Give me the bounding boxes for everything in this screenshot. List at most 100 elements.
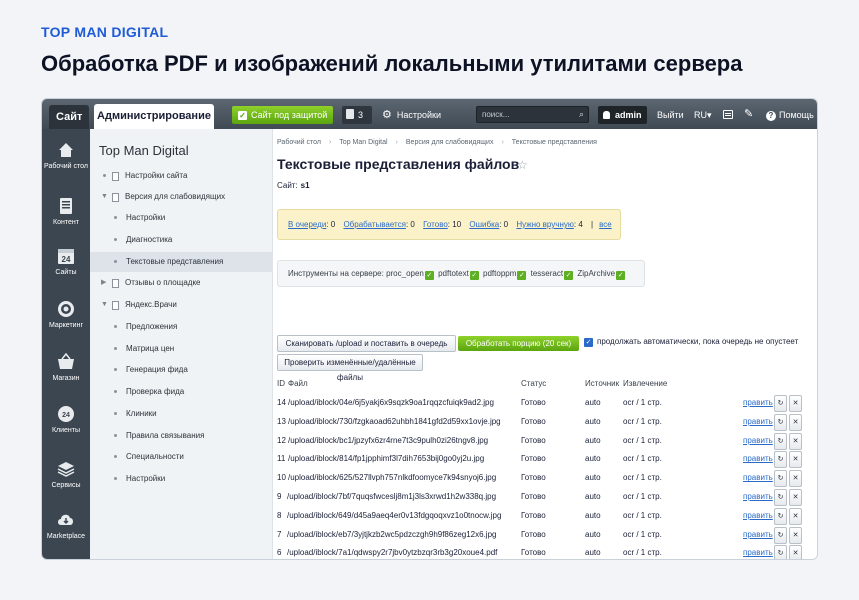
auto-continue-checkbox[interactable]: ✓ (584, 338, 593, 347)
chevron-down-icon[interactable]: ▼ (101, 187, 108, 207)
rail-item-content[interactable]: Контент (42, 197, 90, 227)
edit-link[interactable]: править (743, 508, 773, 523)
cell-id: 7 (277, 529, 282, 539)
cell-extract: ocr / 1 стр. (623, 510, 662, 520)
edit-link[interactable]: править (743, 414, 773, 429)
close-icon[interactable]: ✕ (789, 489, 802, 506)
refresh-icon[interactable]: ↻ (774, 395, 787, 412)
tree-item[interactable]: Клиники (90, 404, 273, 424)
breadcrumb-item[interactable]: Версия для слабовидящих (406, 139, 494, 146)
tree-item[interactable]: ▼ Яндекс.Врачи (90, 295, 273, 315)
cell-id: 6 (277, 548, 282, 558)
scan-upload-button[interactable]: Сканировать /upload и поставить в очеред… (277, 335, 456, 352)
edit-link[interactable]: править (743, 545, 773, 559)
pin-icon[interactable]: ✎ (744, 107, 753, 121)
chevron-down-icon[interactable]: ▼ (101, 295, 108, 315)
refresh-icon[interactable]: ↻ (774, 413, 787, 431)
tool-name: pdftoppm (483, 269, 517, 278)
logout-link[interactable]: Выйти (657, 106, 684, 124)
notifications-button[interactable]: 3 (342, 106, 372, 124)
in-queue-link[interactable]: В очереди (288, 220, 326, 229)
site-tab[interactable]: Сайт (49, 105, 90, 129)
recheck-files-button[interactable]: Проверить изменённые/удалённые файлы (277, 354, 423, 382)
cell-file: /upload/iblock/04e/6j5yakj6x9sqzk9oa1rqq… (288, 398, 494, 407)
rail-item-desktop[interactable]: Рабочий стол (42, 141, 90, 171)
processing-link[interactable]: Обрабатывается (343, 220, 406, 229)
close-icon[interactable]: ✕ (789, 413, 802, 431)
column-header-id: ID (277, 379, 285, 388)
rail-item-marketing[interactable]: Маркетинг (42, 300, 90, 330)
edit-link[interactable]: править (743, 451, 773, 466)
language-value: RU (694, 110, 707, 120)
error-link[interactable]: Ошибка (469, 220, 499, 229)
tree-item-label: Предложения (126, 322, 178, 331)
search-icon[interactable]: ⌕ (579, 107, 584, 122)
chevron-right-icon[interactable]: ▶ (101, 273, 106, 293)
table-row: 14/upload/iblock/04e/6j5yakj6x9sqzk9oa1r… (277, 395, 807, 414)
settings-button[interactable]: ⚙ Настройки (382, 106, 441, 124)
cell-status: Готово (521, 510, 546, 520)
edit-link[interactable]: править (743, 433, 773, 448)
cell-file: /upload/iblock/eb7/3yjtjkzb2wc5pdzczgh9h… (287, 529, 497, 539)
tree-item[interactable]: Правила связывания (90, 426, 273, 446)
breadcrumb-item[interactable]: Рабочий стол (277, 139, 321, 146)
tree-item[interactable]: ▼ Версия для слабовидящих (90, 187, 273, 207)
edit-link[interactable]: править (743, 489, 773, 504)
manual-link[interactable]: Нужно вручную (516, 220, 574, 229)
rail-item-services[interactable]: Сервисы (42, 460, 90, 490)
process-batch-button[interactable]: Обработать порцию (20 сек) (458, 336, 579, 351)
edit-link[interactable]: править (743, 527, 773, 542)
tree-item-label: Текстовые представления (126, 257, 224, 266)
close-icon[interactable]: ✕ (789, 526, 802, 544)
close-icon[interactable]: ✕ (789, 470, 802, 488)
star-icon[interactable]: ☆ (517, 158, 528, 172)
tree-item[interactable]: Проверка фида (90, 382, 273, 402)
tree-item[interactable]: Диагностика (90, 230, 273, 250)
tree-item[interactable]: Настройки (90, 469, 273, 489)
refresh-icon[interactable]: ↻ (774, 451, 787, 469)
tree-item[interactable]: Матрица цен (90, 339, 273, 359)
tree-item[interactable]: Настройки сайта (90, 166, 273, 186)
edit-link[interactable]: править (743, 395, 773, 410)
close-icon[interactable]: ✕ (789, 432, 802, 450)
tree-item[interactable]: ▶ Отзывы о площадке (90, 273, 273, 293)
tree-item[interactable]: Специальности (90, 447, 273, 467)
refresh-icon[interactable]: ↻ (774, 545, 787, 559)
cell-id: 11 (277, 454, 286, 464)
help-button[interactable]: ? Помощь (766, 106, 814, 124)
site-protected-button[interactable]: ✓ Сайт под защитой (232, 106, 333, 124)
tree-item[interactable]: Предложения (90, 317, 273, 337)
user-menu[interactable]: admin (598, 106, 647, 124)
refresh-icon[interactable]: ↻ (774, 432, 787, 450)
close-icon[interactable]: ✕ (789, 545, 802, 559)
close-icon[interactable]: ✕ (789, 507, 802, 525)
language-select[interactable]: RU▾ (694, 106, 712, 124)
breadcrumb-item[interactable]: Top Man Digital (339, 139, 387, 146)
svg-text:24: 24 (62, 412, 70, 419)
tree-item[interactable]: Настройки (90, 208, 273, 228)
tree-item[interactable]: Генерация фида (90, 360, 273, 380)
refresh-icon[interactable]: ↻ (774, 507, 787, 525)
rail-item-marketplace[interactable]: Marketplace (42, 511, 90, 541)
column-header-status: Статус (521, 379, 547, 388)
search-input[interactable]: поиск... ⌕ (476, 106, 589, 123)
rail-item-shop[interactable]: Магазин (42, 352, 90, 383)
tree-item-label: Настройки сайта (125, 171, 188, 180)
close-icon[interactable]: ✕ (789, 395, 802, 412)
navigation-tree: Top Man Digital Настройки сайта ▼ Версия … (90, 129, 273, 559)
rail-item-clients[interactable]: 24 Клиенты (42, 405, 90, 435)
breadcrumb-item[interactable]: Текстовые представления (512, 139, 597, 146)
tree-item-active[interactable]: Текстовые представления (90, 252, 273, 272)
ready-link[interactable]: Готово (423, 220, 448, 229)
refresh-icon[interactable]: ↻ (774, 526, 787, 544)
bullet-icon (114, 390, 117, 393)
admin-tab[interactable]: Администрирование (94, 104, 214, 129)
window-icon[interactable] (723, 110, 733, 119)
refresh-icon[interactable]: ↻ (774, 489, 787, 506)
close-icon[interactable]: ✕ (789, 451, 802, 469)
all-link[interactable]: все (599, 220, 612, 229)
edit-link[interactable]: править (743, 470, 773, 485)
rail-label: Сайты (55, 269, 77, 276)
refresh-icon[interactable]: ↻ (774, 470, 787, 488)
rail-item-sites[interactable]: 24 Сайты (42, 247, 90, 277)
